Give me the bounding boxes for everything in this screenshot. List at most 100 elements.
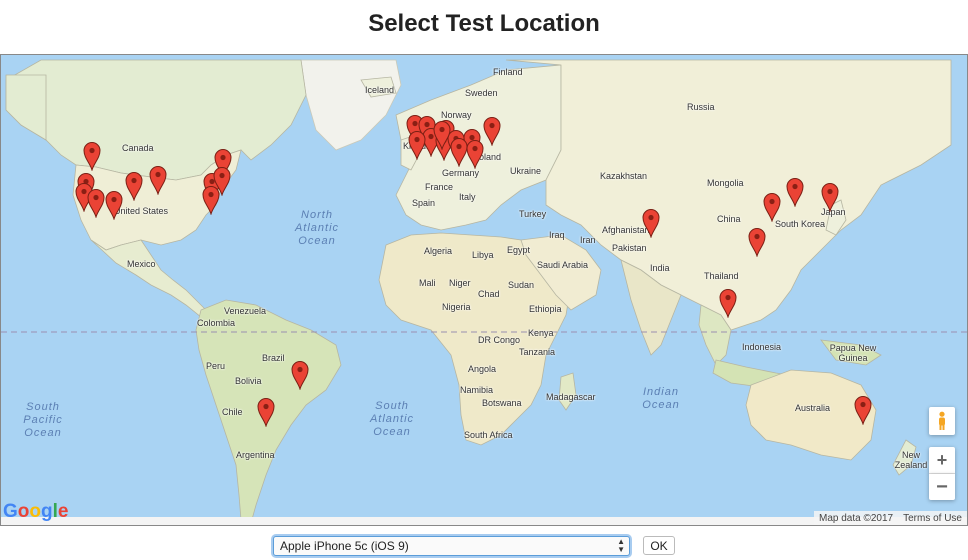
- ocean-label: South Atlantic Ocean: [369, 400, 415, 438]
- pegman-icon: [939, 411, 945, 430]
- country-label: Nigeria: [442, 302, 471, 312]
- pegman-button[interactable]: [929, 407, 955, 435]
- map-pin-icon: [642, 209, 660, 239]
- ocean-label: Indian Ocean: [642, 386, 680, 411]
- terms-link[interactable]: Terms of Use: [898, 513, 967, 524]
- location-marker[interactable]: [408, 130, 426, 161]
- country-label: India: [650, 263, 670, 273]
- country-label: Spain: [412, 198, 436, 208]
- country-label: South Africa: [464, 430, 513, 440]
- country-label: Sweden: [465, 88, 498, 98]
- location-marker[interactable]: [821, 182, 839, 213]
- map-pin-icon: [408, 131, 426, 161]
- map-pin-icon: [786, 178, 804, 208]
- location-marker[interactable]: [83, 141, 101, 172]
- country-label: Germany: [442, 168, 480, 178]
- location-marker[interactable]: [466, 139, 484, 170]
- form-controls: Apple iPhone 5c (iOS 9) ▲ ▼ OK: [0, 535, 968, 557]
- country-label: Russia: [687, 102, 715, 112]
- map-pin-icon: [105, 191, 123, 221]
- country-label: Turkey: [519, 209, 547, 219]
- map-pin-icon: [433, 121, 451, 151]
- zoom-out-button[interactable]: −: [929, 474, 955, 500]
- location-marker[interactable]: [257, 397, 275, 428]
- map-pin-icon: [466, 140, 484, 170]
- location-marker[interactable]: [202, 185, 220, 216]
- country-label: Venezuela: [224, 306, 267, 316]
- map-pin-icon: [821, 183, 839, 213]
- country-label: Ukraine: [510, 166, 542, 176]
- location-marker[interactable]: [786, 177, 804, 208]
- location-marker[interactable]: [105, 190, 123, 221]
- map-pin-icon: [719, 289, 737, 319]
- location-marker[interactable]: [854, 395, 872, 426]
- country-label: Colombia: [197, 318, 236, 328]
- select-arrows-icon: ▲ ▼: [617, 537, 625, 554]
- location-marker[interactable]: [149, 165, 167, 196]
- country-label: Niger: [449, 278, 471, 288]
- map-pin-icon: [483, 117, 501, 147]
- country-label: Libya: [472, 250, 494, 260]
- country-label: China: [717, 214, 741, 224]
- location-marker[interactable]: [291, 360, 309, 391]
- country-label: Algeria: [424, 246, 453, 256]
- country-label: Peru: [206, 361, 226, 371]
- country-label: Finland: [493, 67, 523, 77]
- country-label: Argentina: [236, 450, 275, 460]
- country-label: Italy: [459, 192, 476, 202]
- ocean-label: South Pacific Ocean: [23, 401, 63, 439]
- map-data-text: Map data ©2017: [819, 512, 894, 524]
- country-label: Mali: [419, 278, 436, 288]
- map-attribution: Map data ©2017 Terms of Use: [814, 511, 967, 525]
- location-marker[interactable]: [483, 116, 501, 147]
- location-marker[interactable]: [748, 227, 766, 258]
- map-pin-icon: [202, 186, 220, 216]
- map-pin-icon: [149, 166, 167, 196]
- zoom-in-button[interactable]: +: [929, 447, 955, 474]
- map-pin-icon: [125, 172, 143, 202]
- country-label: South Korea: [775, 219, 826, 229]
- country-label: Bolivia: [235, 376, 262, 386]
- page-title: Select Test Location: [368, 10, 600, 37]
- country-label: Egypt: [507, 245, 531, 255]
- ocean-label: North Atlantic Ocean: [294, 209, 340, 247]
- country-label: Pakistan: [612, 243, 647, 253]
- country-label: New Zealand: [894, 450, 928, 470]
- country-label: DR Congo: [478, 335, 521, 345]
- country-label: Thailand: [704, 271, 739, 281]
- map-pin-icon: [748, 228, 766, 258]
- country-label: Saudi Arabia: [537, 260, 589, 270]
- location-marker[interactable]: [125, 171, 143, 202]
- location-marker[interactable]: [763, 192, 781, 223]
- country-label: Ethiopia: [529, 304, 562, 314]
- location-marker[interactable]: [719, 288, 737, 319]
- map-pin-icon: [83, 142, 101, 172]
- country-label: Australia: [795, 403, 831, 413]
- ok-button[interactable]: OK: [643, 536, 675, 555]
- map-pin-icon: [763, 193, 781, 223]
- country-label: Brazil: [262, 353, 285, 363]
- country-label: France: [425, 182, 454, 192]
- location-marker[interactable]: [87, 188, 105, 219]
- map[interactable]: Finland Iceland Sweden Norway Russia Can…: [0, 54, 968, 526]
- device-select-value: Apple iPhone 5c (iOS 9): [280, 539, 409, 553]
- google-logo: Google: [3, 501, 69, 522]
- country-label: Chad: [478, 289, 500, 299]
- country-label: Iran: [580, 235, 596, 245]
- country-label: Mongolia: [707, 178, 744, 188]
- country-label: Indonesia: [742, 342, 782, 352]
- country-label: Namibia: [460, 385, 494, 395]
- device-select[interactable]: Apple iPhone 5c (iOS 9) ▲ ▼: [273, 536, 630, 556]
- country-label: Botswana: [482, 398, 522, 408]
- country-label: Madagascar: [546, 392, 596, 402]
- country-label: Kenya: [528, 328, 554, 338]
- location-marker[interactable]: [642, 208, 660, 239]
- country-label: Angola: [468, 364, 497, 374]
- map-pin-icon: [291, 361, 309, 391]
- location-marker[interactable]: [433, 120, 451, 151]
- country-label: Chile: [222, 407, 243, 417]
- country-label: Papua New Guinea: [829, 343, 877, 363]
- map-pin-icon: [854, 396, 872, 426]
- country-label: Mexico: [127, 259, 156, 269]
- country-label: Kazakhstan: [600, 171, 648, 181]
